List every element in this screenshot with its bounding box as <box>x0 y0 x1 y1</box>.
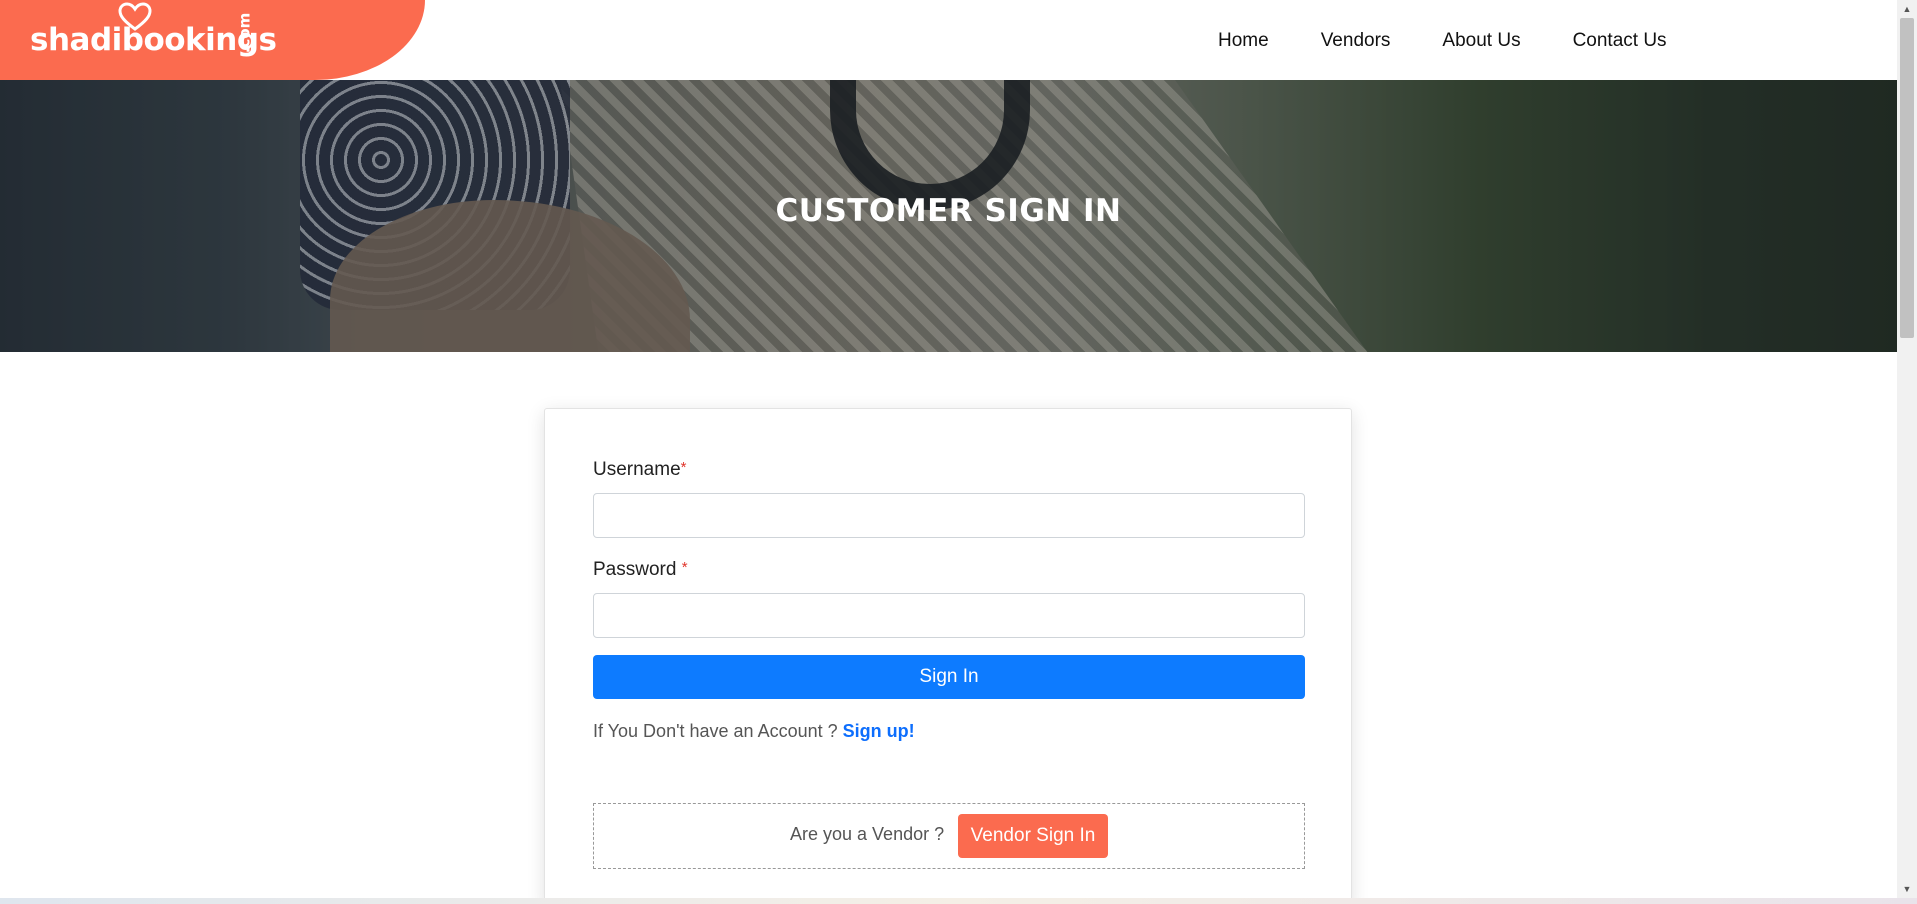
username-input[interactable] <box>593 493 1305 538</box>
password-label: Password * <box>593 559 688 581</box>
signup-prompt-text: If You Don't have an Account ? <box>593 721 838 741</box>
nav-about-us[interactable]: About Us <box>1442 30 1520 52</box>
sign-up-link[interactable]: Sign up! <box>843 721 915 741</box>
vendor-signin-box: Are you a Vendor ? Vendor Sign In <box>593 803 1305 869</box>
page-scrollbar[interactable]: ▲ ▼ <box>1897 0 1917 898</box>
logo-suffix-wrap: .com <box>235 4 260 64</box>
vendor-sign-in-button[interactable]: Vendor Sign In <box>958 814 1108 858</box>
username-label: Username* <box>593 459 687 481</box>
nav-home[interactable]: Home <box>1218 30 1269 52</box>
required-mark: * <box>680 459 687 476</box>
scroll-down-icon[interactable]: ▼ <box>1897 880 1917 898</box>
username-label-text: Username <box>593 459 681 480</box>
nav-vendors[interactable]: Vendors <box>1321 30 1391 52</box>
required-mark: * <box>681 559 688 576</box>
password-input[interactable] <box>593 593 1305 638</box>
scroll-thumb[interactable] <box>1900 18 1914 338</box>
logo-suffix: .com <box>235 12 254 54</box>
sign-in-button[interactable]: Sign In <box>593 655 1305 699</box>
signin-card: Username* Password * Sign In If You Don'… <box>544 408 1352 904</box>
hero-banner: CUSTOMER SIGN IN <box>0 80 1897 352</box>
taskbar-edge <box>0 898 1917 904</box>
password-label-text: Password <box>593 559 677 580</box>
vendor-prompt: Are you a Vendor ? <box>790 824 945 844</box>
main-nav: Home Vendors About Us Contact Us <box>1218 30 1719 52</box>
logo[interactable]: shadibookings .com <box>0 0 425 80</box>
signup-prompt: If You Don't have an Account ? Sign up! <box>593 721 915 742</box>
nav-contact-us[interactable]: Contact Us <box>1573 30 1667 52</box>
site-header: shadibookings .com Home Vendors About Us… <box>0 0 1897 80</box>
scroll-up-icon[interactable]: ▲ <box>1897 0 1917 18</box>
page-title: CUSTOMER SIGN IN <box>775 193 1122 229</box>
